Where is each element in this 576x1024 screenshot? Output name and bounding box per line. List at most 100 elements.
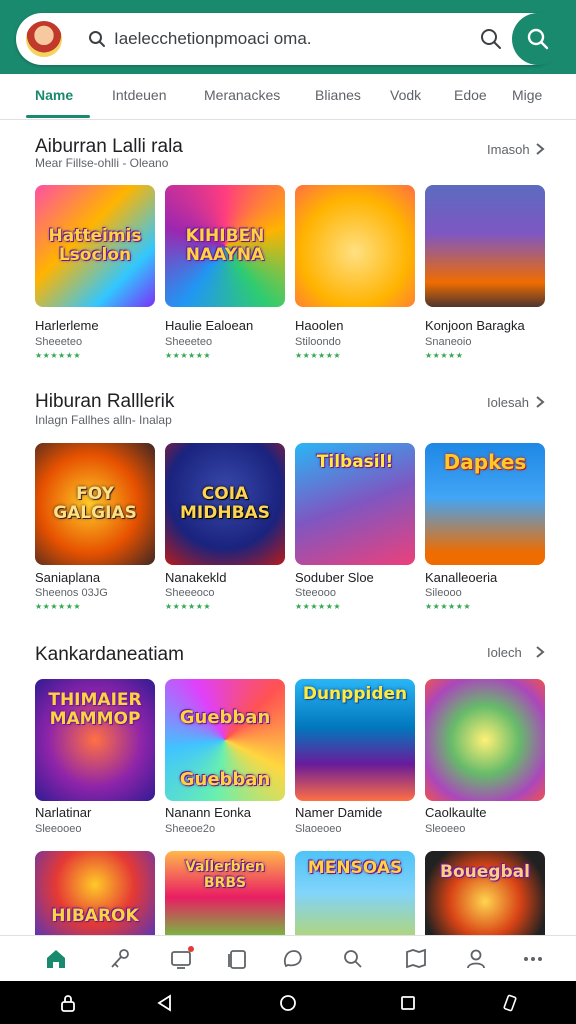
thumbnail-text: MENSOAS (307, 858, 403, 878)
rating-stars: ★★★★★★ (35, 602, 82, 611)
chevron-right-icon[interactable] (535, 395, 545, 409)
section-title: Hiburan Ralllerik (35, 391, 175, 412)
app-meta: Sheeeteo (35, 336, 83, 348)
app-thumbnail[interactable]: Dunppiden (295, 679, 415, 801)
rotate-icon[interactable] (500, 993, 520, 1013)
app-name: Haoolen (295, 318, 344, 333)
app-thumbnail[interactable]: Vallerbien BRBS (165, 851, 285, 935)
home-button-icon[interactable] (278, 993, 298, 1013)
app-thumbnail[interactable] (295, 185, 415, 307)
thumbnail-text: Vallerbien BRBS (185, 859, 265, 891)
notifications-nav[interactable] (168, 946, 194, 972)
status-bar (0, 0, 576, 10)
app-thumbnail[interactable]: Dapkes (425, 443, 545, 565)
section-title: Aiburran Lalli rala (35, 136, 183, 157)
app-thumbnail[interactable]: KIHIBEN NAAYNA (165, 185, 285, 307)
rating-stars: ★★★★★★ (165, 602, 212, 611)
thumbnail-text: FOY GALGIAS (53, 484, 137, 523)
app-meta: Sheenos 03JG (35, 587, 108, 599)
thumbnail-text: HIBAROK (51, 906, 139, 926)
home-icon[interactable] (43, 946, 69, 972)
app-thumbnail[interactable]: HIBAROK (35, 851, 155, 935)
notification-badge (188, 946, 194, 952)
thumbnail-text: THIMAIER MAMMOP (48, 690, 142, 729)
search-icon[interactable] (340, 946, 366, 972)
active-tab-indicator (26, 115, 90, 118)
app-thumbnail[interactable]: THIMAIER MAMMOP (35, 679, 155, 801)
app-name: Nanakekld (165, 570, 227, 585)
app-meta: Sleoeeo (425, 823, 466, 835)
rating-stars: ★★★★★★ (35, 351, 82, 360)
app-thumbnail[interactable]: Hatteimis Lsoclon (35, 185, 155, 307)
app-name: Harlerleme (35, 318, 99, 333)
recents-icon[interactable] (398, 993, 418, 1013)
tab-blianes[interactable]: Blianes (315, 87, 361, 103)
chevron-right-icon[interactable] (535, 142, 545, 156)
thumbnail-text: Dunppiden (302, 684, 408, 704)
tab-meranackes[interactable]: Meranackes (204, 87, 280, 103)
tab-vodk[interactable]: Vodk (390, 87, 421, 103)
app-thumbnail[interactable]: COIA MIDHBAS (165, 443, 285, 565)
app-meta: Stiloondo (295, 336, 341, 348)
search-button[interactable] (512, 13, 564, 65)
app-name: Namer Damide (295, 805, 383, 820)
chat-icon[interactable] (280, 946, 306, 972)
search-icon (527, 28, 549, 50)
profile-icon[interactable] (463, 946, 489, 972)
section-subtitle: Inlagn Fallhes alln- Inalap (35, 413, 172, 427)
avatar[interactable] (24, 19, 64, 59)
category-tabs: Name Intdeuen Meranackes Blianes Vodk Ed… (0, 74, 576, 120)
lock-icon[interactable] (58, 993, 78, 1013)
app-name: Haulie Ealoean (165, 318, 254, 333)
app-meta: Sleeooeo (35, 823, 82, 835)
top-app-bar: Iaelecchetionpmoaci oma. (0, 0, 576, 74)
app-meta: Snaneoio (425, 336, 472, 348)
section-title: Kankardaneatiam (35, 644, 184, 665)
see-more-link[interactable]: Imasoh (487, 142, 530, 157)
search-bar[interactable]: Iaelecchetionpmoaci oma. (16, 13, 564, 65)
app-meta: Steeooo (295, 587, 336, 599)
rating-stars: ★★★★★★ (425, 602, 472, 611)
app-name: Kanalleoeria (425, 570, 498, 585)
search-icon[interactable] (480, 28, 502, 50)
library-icon[interactable] (225, 946, 251, 972)
tab-edoe[interactable]: Edoe (454, 87, 487, 103)
back-icon[interactable] (155, 993, 175, 1013)
map-icon[interactable] (403, 946, 429, 972)
tab-intdeuen[interactable]: Intdeuen (112, 87, 167, 103)
system-navigation-bar (0, 981, 576, 1024)
thumbnail-text: Guebban Guebban (179, 707, 271, 790)
more-icon[interactable] (520, 946, 546, 972)
see-more-link[interactable]: Iolesah (487, 395, 529, 410)
thumbnail-text: KIHIBEN NAAYNA (185, 226, 265, 265)
section-subtitle: Mear Fillse-ohlli - Oleano (35, 156, 169, 170)
tab-mige[interactable]: Mige (512, 87, 542, 103)
rating-stars: ★★★★★★ (295, 351, 342, 360)
app-name: Nanann Eonka (165, 805, 252, 820)
search-icon (89, 31, 105, 47)
app-meta: Sileooo (425, 587, 462, 599)
app-meta: Slaoeoeo (295, 823, 342, 835)
app-thumbnail[interactable]: FOY GALGIAS (35, 443, 155, 565)
app-thumbnail[interactable] (425, 185, 545, 307)
see-more-link[interactable]: Iolech (487, 645, 522, 660)
thumbnail-text: COIA MIDHBAS (180, 484, 270, 523)
app-meta: Sheeeoco (165, 587, 215, 599)
bottom-navigation (0, 935, 576, 981)
thumbnail-text: Dapkes (443, 450, 527, 474)
app-name: Narlatinar (35, 805, 92, 820)
tab-name[interactable]: Name (35, 87, 73, 103)
app-thumbnail[interactable]: Tilbasil! (295, 443, 415, 565)
app-thumbnail[interactable]: Bouegbal (425, 851, 545, 935)
app-thumbnail[interactable]: MENSOAS (295, 851, 415, 935)
thumbnail-text: Bouegbal (440, 862, 530, 882)
app-thumbnail[interactable] (425, 679, 545, 801)
key-icon[interactable] (107, 946, 133, 972)
app-name: Soduber Sloe (295, 570, 374, 585)
app-thumbnail[interactable]: Guebban Guebban (165, 679, 285, 801)
app-meta: Sheeeteo (165, 336, 213, 348)
thumbnail-text: Hatteimis Lsoclon (48, 226, 142, 265)
rating-stars: ★★★★★★ (295, 602, 342, 611)
chevron-right-icon[interactable] (535, 645, 545, 659)
search-input[interactable]: Iaelecchetionpmoaci oma. (114, 29, 312, 49)
